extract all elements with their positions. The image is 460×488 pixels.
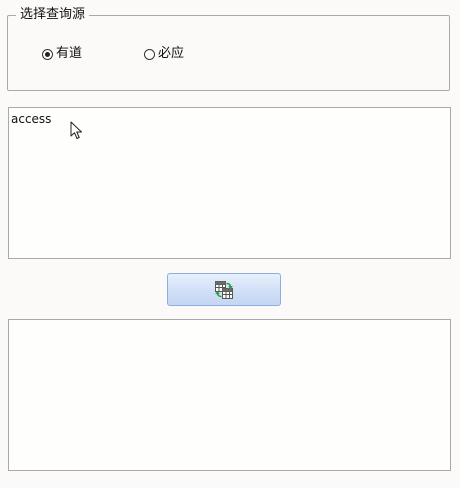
query-input-textarea[interactable]: access bbox=[8, 107, 451, 259]
radio-bing[interactable]: 必应 bbox=[144, 46, 184, 62]
translate-table-icon bbox=[215, 280, 233, 299]
radio-youdao-label[interactable]: 有道 bbox=[56, 46, 82, 62]
radio-bing-label[interactable]: 必应 bbox=[158, 46, 184, 62]
radio-youdao-indicator[interactable] bbox=[42, 48, 53, 60]
source-groupbox: 选择查询源 有道 必应 bbox=[7, 7, 450, 91]
radio-bing-indicator[interactable] bbox=[144, 48, 155, 60]
radio-youdao[interactable]: 有道 bbox=[42, 46, 82, 62]
query-button[interactable] bbox=[167, 273, 281, 306]
result-output-textarea[interactable] bbox=[8, 319, 451, 471]
source-groupbox-title: 选择查询源 bbox=[16, 7, 90, 23]
